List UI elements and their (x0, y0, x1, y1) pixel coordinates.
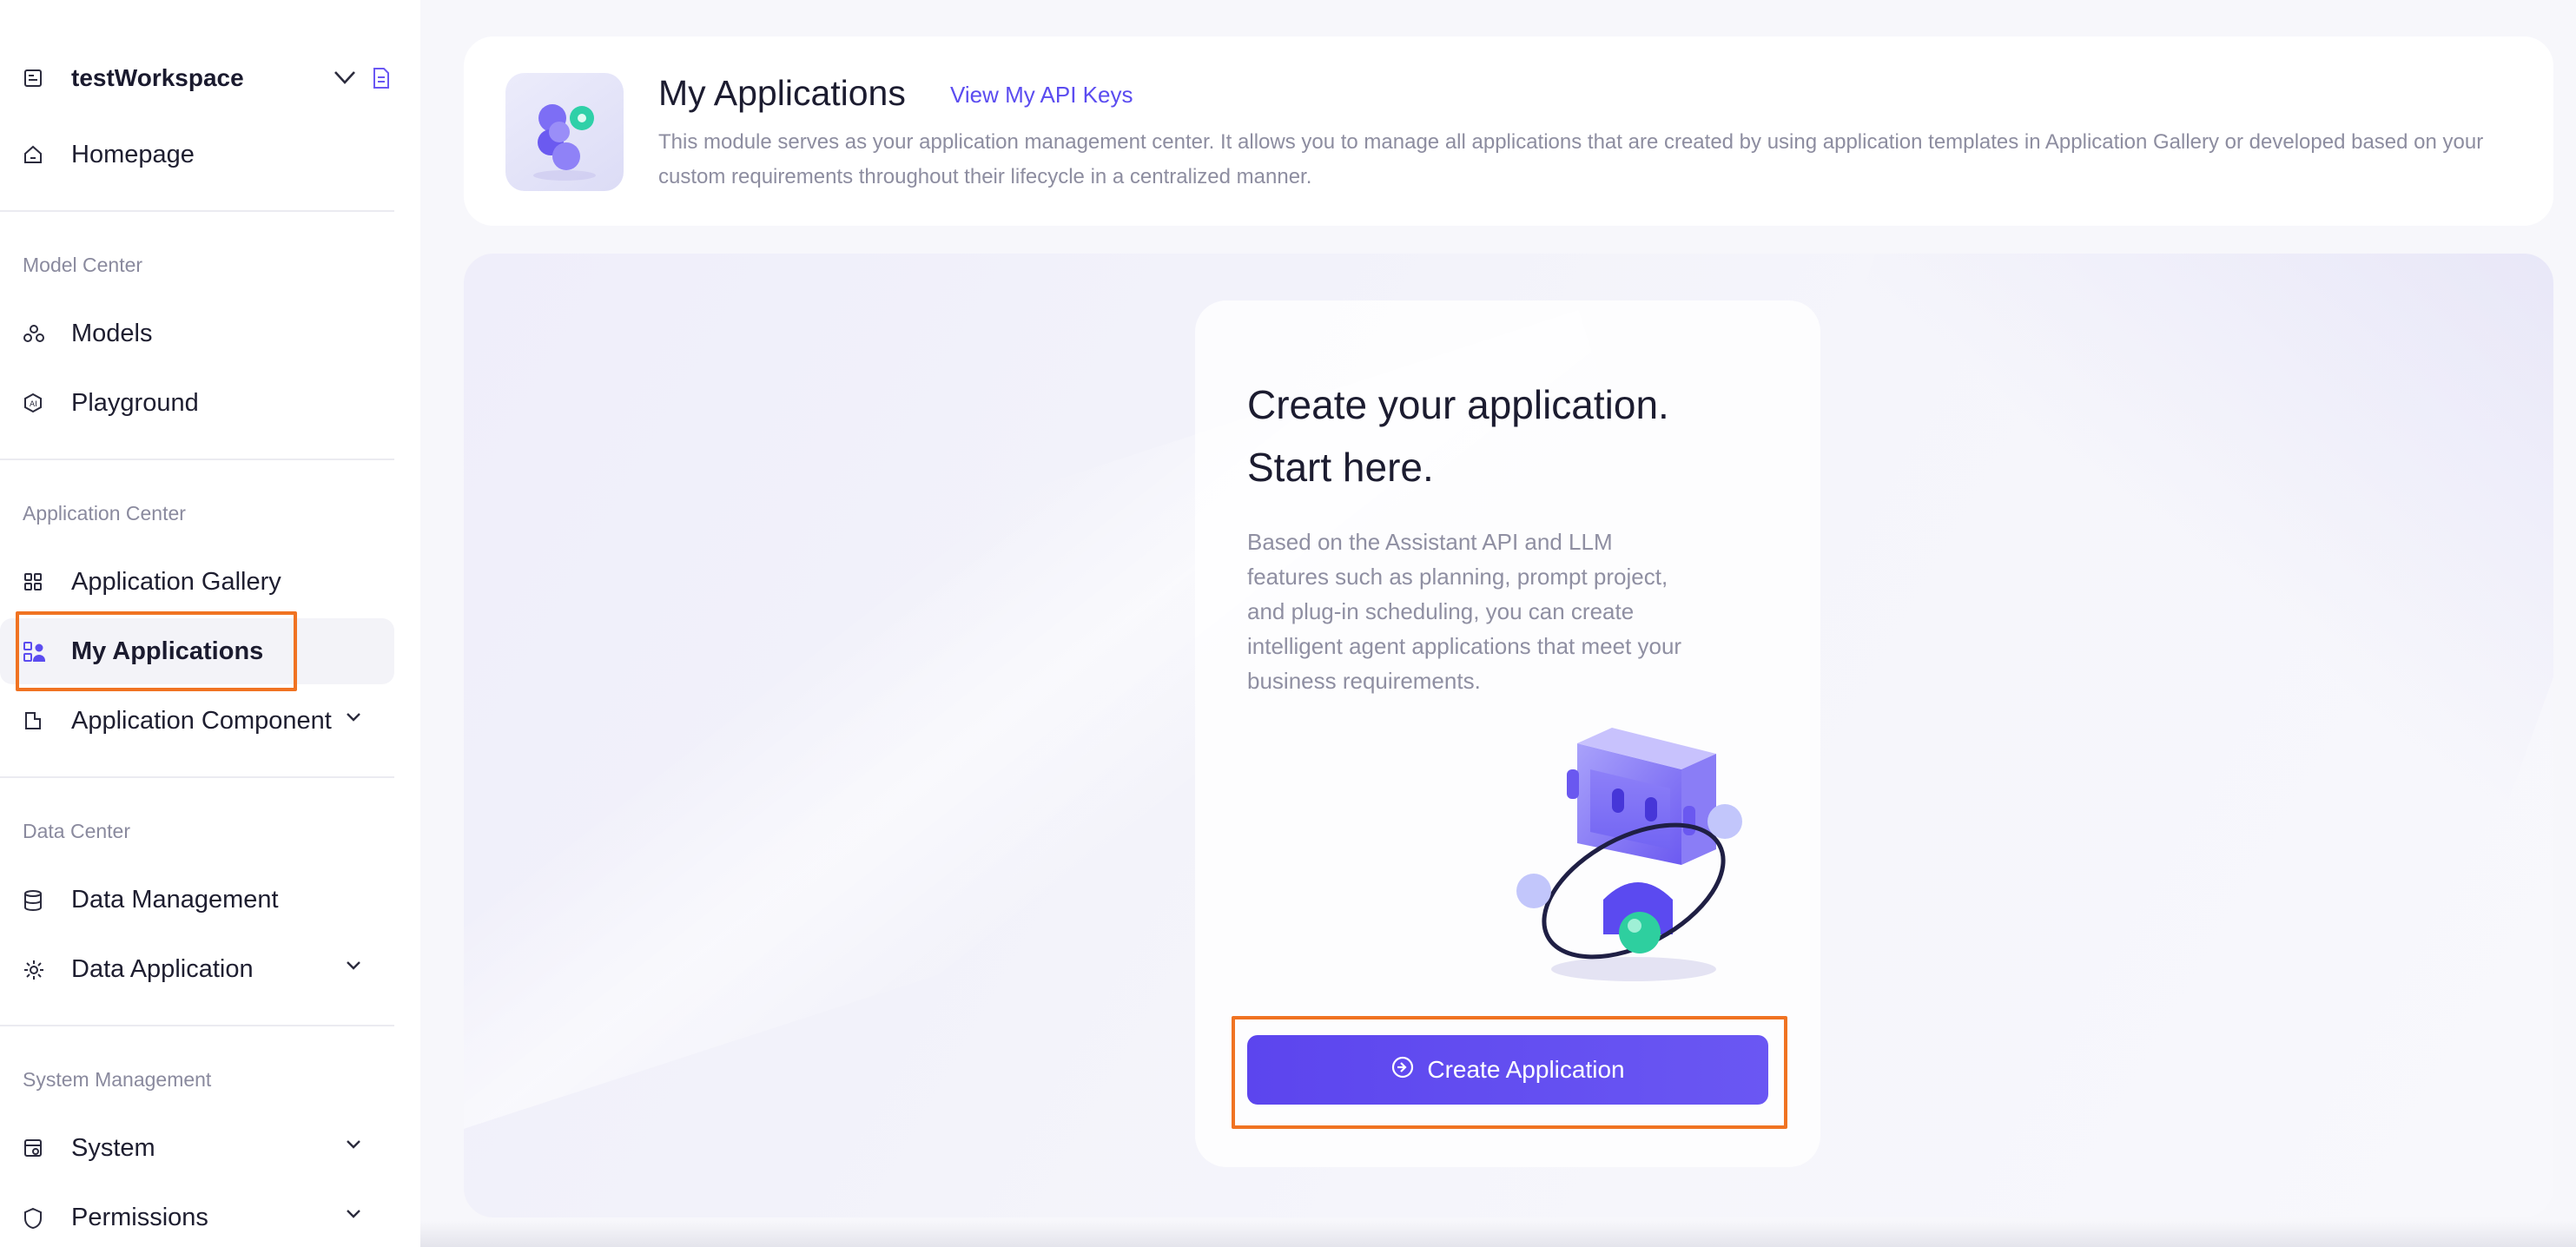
gear-icon (23, 959, 45, 986)
bottom-edge-shadow (420, 1221, 2576, 1247)
sidebar-item-permissions[interactable]: Permissions (0, 1184, 394, 1247)
sidebar-item-label: Models (71, 320, 153, 347)
system-icon (23, 1138, 43, 1163)
create-application-button-label: Create Application (1427, 1056, 1625, 1083)
create-application-button[interactable]: Create Application (1247, 1035, 1768, 1105)
section-title-application-center: Application Center (23, 502, 186, 525)
home-icon (23, 144, 43, 169)
sidebar-item-playground[interactable]: AI Playground (0, 370, 394, 436)
sidebar-divider (0, 776, 394, 778)
section-title-system-management: System Management (23, 1068, 212, 1091)
sidebar-item-label: Homepage (71, 141, 195, 168)
shield-icon (23, 1207, 43, 1234)
create-card-title: Create your application. Start here. (1247, 373, 1786, 498)
sidebar-item-models[interactable]: Models (0, 300, 394, 366)
sidebar-item-label: Application Component (71, 707, 332, 735)
page-description: This module serves as your application m… (658, 130, 2484, 188)
sidebar-item-homepage[interactable]: Homepage (0, 122, 394, 188)
chevron-down-icon[interactable] (332, 68, 358, 91)
sidebar-item-label: System (71, 1134, 155, 1162)
sidebar-item-label: Data Application (71, 955, 254, 983)
chevron-down-icon[interactable] (344, 1138, 363, 1156)
chevron-down-icon[interactable] (344, 959, 363, 977)
create-application-card: Create your application. Start here. Bas… (1195, 300, 1820, 1167)
sidebar-item-application-gallery[interactable]: Application Gallery (0, 549, 394, 615)
playground-icon: AI (23, 393, 43, 418)
workspace-name: testWorkspace (71, 64, 244, 91)
svg-text:AI: AI (30, 400, 37, 409)
view-api-keys-link[interactable]: View My API Keys (950, 82, 1133, 109)
sidebar-item-label: Data Management (71, 886, 279, 914)
create-card-title-line1: Create your application. (1247, 382, 1669, 427)
sidebar-item-data-management[interactable]: Data Management (0, 867, 394, 933)
sidebar-item-system[interactable]: System (0, 1115, 394, 1181)
section-title-model-center: Model Center (23, 254, 143, 276)
workspace-switcher[interactable]: testWorkspace (0, 50, 408, 106)
sidebar-item-label: Playground (71, 389, 199, 417)
chevron-down-icon[interactable] (344, 1207, 363, 1225)
arrow-right-circle-icon (1390, 1055, 1415, 1085)
database-icon (23, 889, 43, 916)
app-logo-icon (505, 73, 624, 191)
sidebar-divider (0, 459, 394, 460)
component-icon (23, 710, 43, 736)
sidebar-item-application-component[interactable]: Application Component (0, 688, 394, 754)
workspace-icon (23, 68, 43, 93)
sidebar-item-label: Application Gallery (71, 568, 281, 596)
hero-background-decoration (1773, 254, 2553, 803)
create-card-description: Based on the Assistant API and LLM featu… (1247, 529, 1682, 694)
sidebar-divider (0, 210, 394, 212)
sidebar-item-label: My Applications (71, 637, 264, 665)
sidebar: testWorkspace Homepage Model Center Mode… (0, 0, 420, 1247)
my-apps-icon (23, 641, 46, 668)
sidebar-item-data-application[interactable]: Data Application (0, 936, 394, 1002)
sidebar-divider (0, 1025, 394, 1026)
page-header-card: My Applications View My API Keys This mo… (464, 36, 2553, 226)
create-card-title-line2: Start here. (1247, 445, 1434, 490)
sidebar-item-my-applications[interactable]: My Applications (0, 618, 394, 684)
document-icon[interactable] (372, 67, 391, 94)
page-title: My Applications (658, 73, 906, 113)
models-icon (23, 323, 45, 348)
robot-illustration-icon (1490, 717, 1751, 991)
chevron-down-icon[interactable] (344, 710, 363, 729)
sidebar-item-label: Permissions (71, 1204, 208, 1231)
section-title-data-center: Data Center (23, 820, 131, 842)
grid-icon (23, 571, 43, 597)
